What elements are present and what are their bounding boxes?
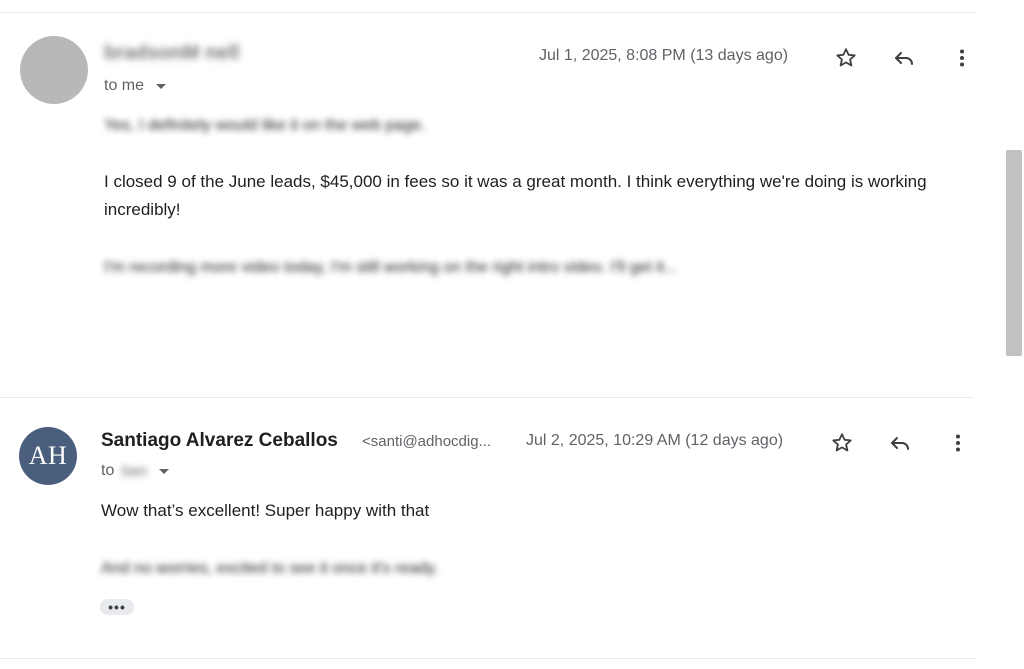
message-date: Jul 1, 2025, 8:08 PM (13 days ago): [539, 47, 789, 64]
bottom-divider: [0, 658, 976, 659]
message-paragraph: Wow that’s excellent! Super happy with t…: [101, 501, 430, 520]
recipient-toggle[interactable]: to Sen: [101, 462, 170, 480]
more-vert-icon: [960, 49, 964, 67]
reply-button[interactable]: [888, 42, 920, 74]
top-divider: [0, 12, 976, 13]
message-paragraph: And no worries, excited to see it once i…: [101, 560, 439, 577]
to-label: to: [101, 462, 115, 479]
star-button[interactable]: [826, 427, 858, 459]
scrollbar-thumb[interactable]: [1006, 150, 1022, 356]
recipient-name: Sen: [120, 462, 148, 480]
recipient-toggle[interactable]: to me: [104, 77, 167, 95]
message-paragraph: I closed 9 of the June leads, $45,000 in…: [104, 172, 927, 219]
message-divider: [0, 397, 974, 398]
message-date: Jul 2, 2025, 10:29 AM (12 days ago): [526, 432, 784, 449]
more-options-button[interactable]: [942, 427, 974, 459]
sender-email: <santi@adhocdig...: [362, 433, 492, 450]
more-vert-icon: [956, 434, 960, 452]
more-options-button[interactable]: [946, 42, 978, 74]
to-label: to me: [104, 77, 145, 94]
reply-icon: [895, 52, 913, 65]
star-icon: [832, 433, 852, 452]
sender-avatar[interactable]: [20, 36, 88, 104]
reply-icon: [891, 437, 909, 450]
sender-name[interactable]: bradsonM nell: [104, 42, 240, 65]
caret-down-icon: [156, 83, 167, 89]
sender-name[interactable]: Santiago Alvarez Ceballos: [101, 430, 338, 452]
reply-button[interactable]: [884, 427, 916, 459]
sender-avatar[interactable]: AH: [19, 427, 77, 485]
message-paragraph: Yes, I definitely would like it on the w…: [104, 117, 426, 134]
message-paragraph: I'm recording more video today, I'm stil…: [104, 259, 678, 276]
show-trimmed-content-button[interactable]: •••: [100, 599, 134, 615]
caret-down-icon: [159, 468, 170, 474]
star-icon: [836, 48, 856, 67]
star-button[interactable]: [830, 42, 862, 74]
